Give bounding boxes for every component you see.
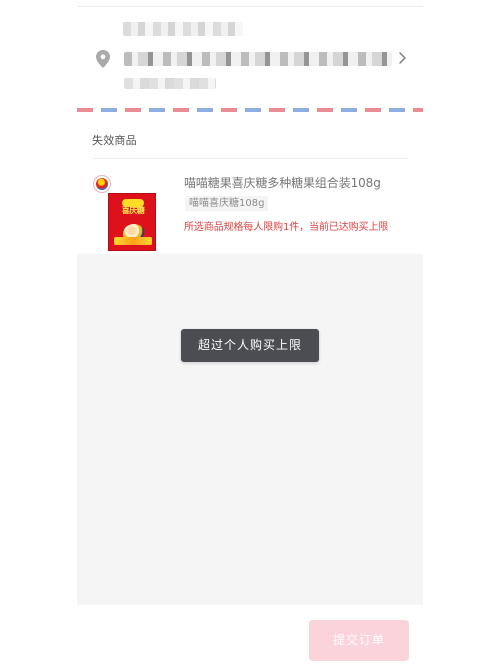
submit-order-button[interactable]: 提交订单 (309, 620, 409, 661)
shop-logo-icon (93, 175, 111, 193)
product-image[interactable]: 喜庆糖 (108, 193, 156, 251)
product-name[interactable]: 喵喵糖果喜庆糖多种糖果组合装108g (184, 176, 404, 191)
chevron-right-icon[interactable] (398, 52, 408, 64)
invalid-goods-divider (92, 158, 408, 159)
order-confirmation-screen: 失效商品 喜庆糖 喵喵糖果喜庆糖多种糖果组合装108g 喵喵喜庆糖108g 所选… (0, 0, 500, 667)
product-image-gold-decoration (114, 237, 152, 245)
shipping-address-card[interactable] (77, 0, 423, 120)
blurred-address-subline (124, 78, 216, 89)
invalid-goods-title: 失效商品 (92, 135, 137, 147)
product-image-brand-text: 喜庆糖 (121, 206, 145, 215)
blurred-recipient-info (123, 22, 243, 36)
address-airmail-stripe (77, 108, 423, 112)
top-divider (77, 6, 423, 7)
purchase-limit-message: 所选商品规格每人限购1件，当前已达购买上限 (184, 222, 389, 233)
invalid-goods-section: 失效商品 喜庆糖 喵喵糖果喜庆糖多种糖果组合装108g 喵喵喜庆糖108g 所选… (77, 120, 423, 254)
blurred-address-line (124, 52, 392, 66)
order-content-panel: 失效商品 喜庆糖 喵喵糖果喜庆糖多种糖果组合装108g 喵喵喜庆糖108g 所选… (77, 0, 423, 605)
purchase-limit-toast: 超过个人购买上限 (181, 329, 319, 362)
location-pin-icon (96, 50, 110, 68)
product-spec-tag: 喵喵喜庆糖108g (185, 196, 269, 211)
